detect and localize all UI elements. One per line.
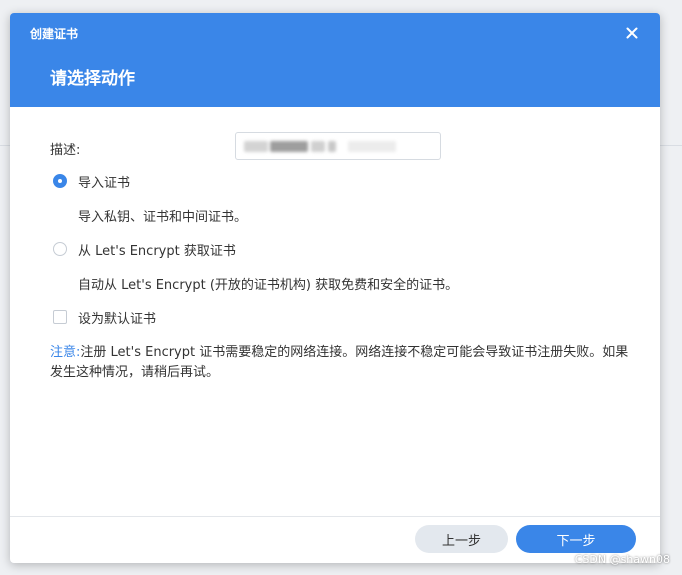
dialog-title: 创建证书 [30, 27, 79, 41]
note-label: 注意: [50, 345, 81, 360]
close-icon[interactable] [624, 25, 640, 41]
radio-lets-encrypt[interactable] [53, 242, 67, 256]
option-lets-encrypt-hint: 自动从 Let's Encrypt (开放的证书机构) 获取免费和安全的证书。 [78, 278, 459, 293]
dialog-header: 创建证书 请选择动作 [10, 13, 660, 107]
description-label: 描述: [50, 143, 81, 158]
note-body: 注册 Let's Encrypt 证书需要稳定的网络连接。网络连接不稳定可能会导… [50, 345, 629, 380]
radio-import-certificate[interactable] [53, 174, 67, 188]
create-certificate-dialog: 创建证书 请选择动作 描述: 导入证书 导入私钥、证书和中间证书。 从 Let'… [10, 13, 660, 563]
description-input[interactable] [235, 132, 441, 160]
option-import-certificate-hint: 导入私钥、证书和中间证书。 [78, 210, 248, 225]
footer-divider [10, 516, 660, 517]
note-text: 注意:注册 Let's Encrypt 证书需要稳定的网络连接。网络连接不稳定可… [50, 343, 640, 383]
default-certificate-checkbox[interactable] [53, 310, 67, 324]
watermark-text: CSDN @shawn08 [574, 553, 670, 566]
screen: 创建证书 请选择动作 描述: 导入证书 导入私钥、证书和中间证书。 从 Let'… [0, 0, 682, 575]
blurred-value [244, 141, 268, 152]
dialog-subtitle: 请选择动作 [50, 69, 135, 89]
blurred-value [348, 141, 396, 152]
default-certificate-label: 设为默认证书 [78, 312, 157, 327]
blurred-value [311, 141, 325, 152]
option-lets-encrypt-label: 从 Let's Encrypt 获取证书 [78, 244, 236, 259]
previous-step-button[interactable]: 上一步 [415, 525, 508, 553]
blurred-value [270, 141, 308, 152]
blurred-value [328, 141, 336, 152]
option-import-certificate-label: 导入证书 [78, 176, 131, 191]
next-step-button[interactable]: 下一步 [516, 525, 636, 553]
